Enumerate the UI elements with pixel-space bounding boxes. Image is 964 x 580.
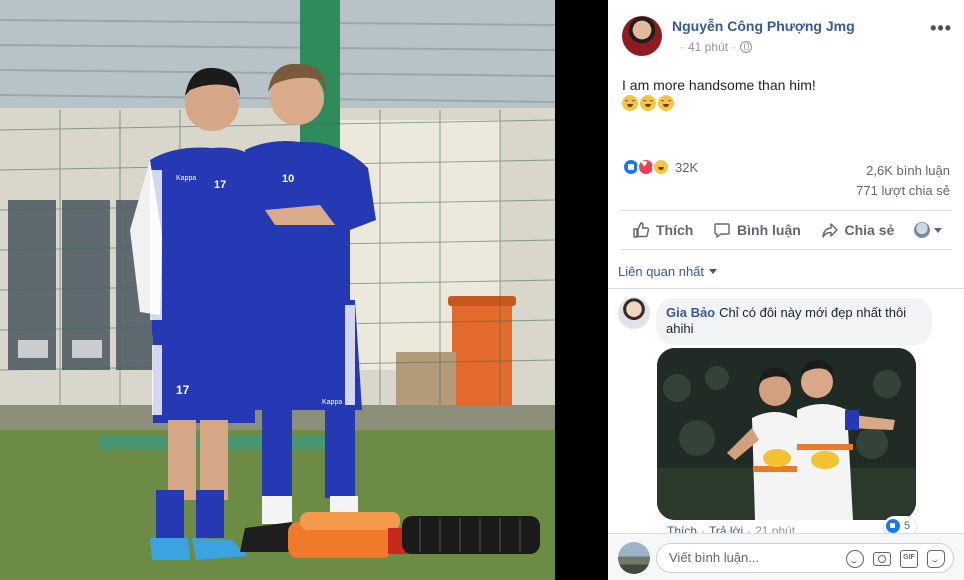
emoji-icon[interactable] xyxy=(846,550,864,568)
comment-photo[interactable] xyxy=(657,348,916,520)
current-user-avatar[interactable] xyxy=(618,542,650,574)
post-text: I am more handsome than him! xyxy=(622,77,816,93)
post-action-bar: Thích Bình luận Chia sẻ xyxy=(620,210,952,250)
commenter-avatar[interactable] xyxy=(618,297,650,329)
author-avatar[interactable] xyxy=(622,16,662,56)
comment-label: Bình luận xyxy=(737,222,801,238)
grinning-face-icon xyxy=(658,95,674,111)
jersey-number-right: 10 xyxy=(282,173,294,185)
comment-icon xyxy=(714,223,730,238)
like-label: Thích xyxy=(656,222,694,238)
comment-reaction-count: 5 xyxy=(904,520,911,532)
jersey-number-left: 17 xyxy=(214,179,226,191)
dot-separator: · xyxy=(680,40,684,54)
share-count[interactable]: 771 lượt chia sẻ xyxy=(856,181,950,201)
post-panel: Nguyễn Công Phượng Jmg · 41 phút · ••• I… xyxy=(608,0,964,580)
camera-icon[interactable] xyxy=(873,552,891,566)
post-meta: · 41 phút · xyxy=(680,40,753,54)
post-header: Nguyễn Công Phượng Jmg · 41 phút · ••• xyxy=(622,16,952,60)
comment-bubble: Gia Bảo Chỉ có đôi này mới đẹp nhất thôi … xyxy=(656,298,932,345)
globe-icon[interactable] xyxy=(740,41,753,53)
gif-icon[interactable]: GIF xyxy=(900,550,918,568)
post-as-selector[interactable] xyxy=(914,222,942,238)
comment-photo-illustration xyxy=(657,348,916,520)
commenter-name[interactable]: Gia Bảo xyxy=(666,305,715,320)
thumbs-up-icon xyxy=(633,222,650,238)
share-label: Chia sẻ xyxy=(844,222,895,238)
post-stats: 2,6K bình luận 771 lượt chia sẻ xyxy=(856,161,950,201)
like-icon xyxy=(886,519,900,533)
sponsor-right: Kappa xyxy=(322,399,342,406)
post-time[interactable]: 41 phút xyxy=(688,40,728,54)
comment-composer[interactable]: GIF xyxy=(656,543,954,573)
comment-input[interactable] xyxy=(669,550,829,565)
haha-icon xyxy=(652,158,670,176)
divider xyxy=(608,288,964,289)
shorts-number-left: 17 xyxy=(176,383,190,397)
sponsor-left: Kappa xyxy=(176,175,196,182)
comment-sort-dropdown[interactable]: Liên quan nhất xyxy=(618,264,718,279)
like-button[interactable]: Thích xyxy=(632,221,693,239)
viewer-avatar xyxy=(914,222,930,238)
sticker-icon[interactable] xyxy=(927,550,945,568)
comment-button[interactable]: Bình luận xyxy=(713,221,801,239)
more-options-button[interactable]: ••• xyxy=(930,18,952,39)
grinning-face-icon xyxy=(622,95,638,111)
post-photo-illustration: 17 17 Kappa 10 Kappa xyxy=(0,0,555,580)
grinning-face-icon xyxy=(640,95,656,111)
share-button[interactable]: Chia sẻ xyxy=(821,221,895,239)
author-name[interactable]: Nguyễn Công Phượng Jmg xyxy=(672,18,855,34)
post-emoji-row xyxy=(622,95,674,111)
chevron-down-icon xyxy=(709,269,718,274)
reaction-summary[interactable]: 32K xyxy=(622,158,698,176)
post-photo[interactable]: 17 17 Kappa 10 Kappa xyxy=(0,0,555,580)
comment-count[interactable]: 2,6K bình luận xyxy=(856,161,950,181)
dot-separator: · xyxy=(732,40,737,54)
composer-tools: GIF xyxy=(846,550,945,568)
reaction-count[interactable]: 32K xyxy=(675,160,698,175)
share-icon xyxy=(821,223,838,238)
chevron-down-icon xyxy=(934,227,942,233)
sort-label: Liên quan nhất xyxy=(618,264,705,279)
